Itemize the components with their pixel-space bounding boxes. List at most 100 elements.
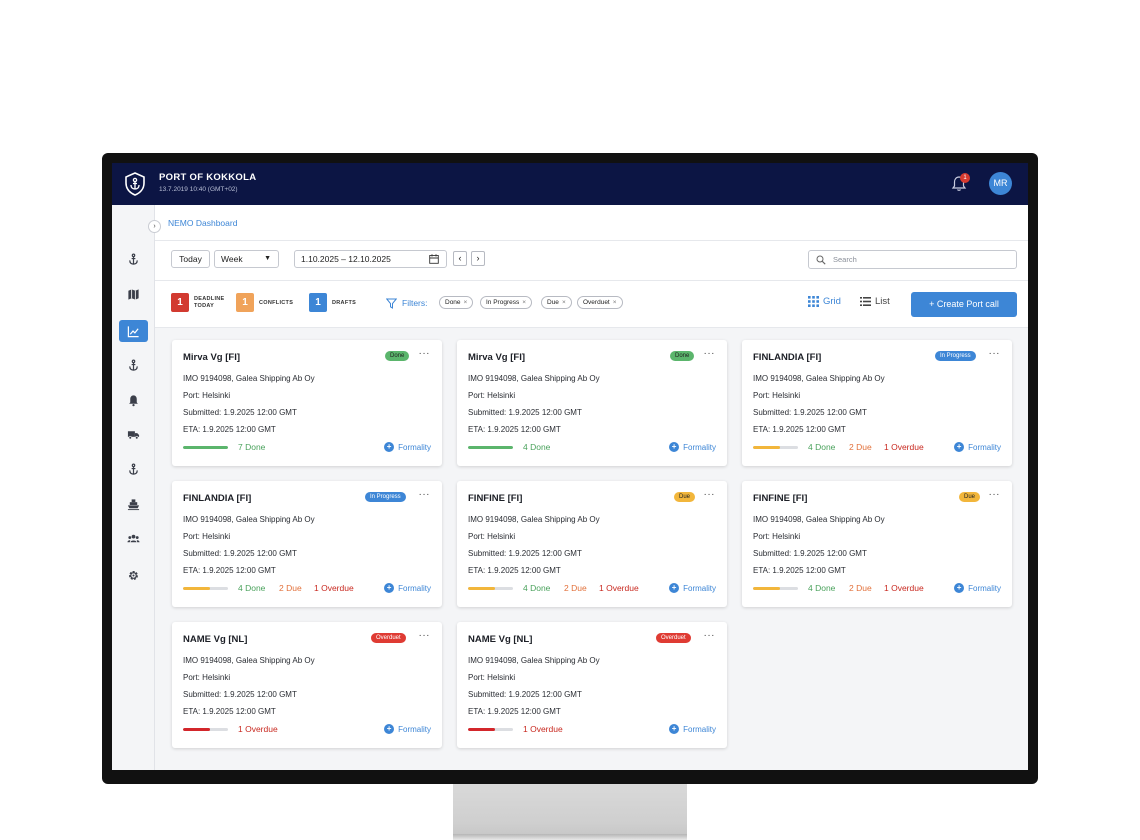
ship-icon[interactable] — [119, 493, 148, 515]
map-icon[interactable] — [119, 283, 148, 305]
overdue-count: 1 Overdue — [314, 583, 354, 593]
formality-button[interactable]: + Formality — [669, 442, 716, 452]
port-call-card[interactable]: FINFINE [FI] Due ··· IMO 9194098, Galea Shi… — [742, 481, 1012, 607]
port-call-card[interactable]: NAME Vg [NL] Overduet ··· IMO 9194098, Gale… — [457, 622, 727, 748]
period-select[interactable]: Week ▼ — [214, 250, 279, 268]
vessel-imo: IMO 9194098, Galea Shipping Ab Oy — [468, 515, 600, 524]
due-count: 2 Due — [849, 442, 872, 452]
next-period-button[interactable]: › — [471, 251, 485, 266]
plus-icon: + — [384, 724, 395, 734]
vessel-name[interactable]: FINFINE [FI] — [753, 493, 807, 504]
vessel-name[interactable]: NAME Vg [NL] — [468, 634, 532, 645]
status-badge: Due — [959, 492, 981, 502]
close-icon[interactable]: × — [522, 299, 526, 306]
more-options-icon[interactable]: ··· — [704, 630, 716, 641]
filter-chip-due[interactable]: Due × — [541, 296, 572, 309]
previous-period-button[interactable]: ‹ — [453, 251, 467, 266]
close-icon[interactable]: × — [613, 299, 617, 306]
truck-icon[interactable] — [119, 423, 148, 445]
vessel-imo: IMO 9194098, Galea Shipping Ab Oy — [183, 374, 315, 383]
formality-label: Formality — [683, 583, 716, 593]
vessel-port: Port: Helsinki — [468, 673, 516, 682]
overdue-count: 1 Overdue — [238, 724, 278, 734]
filter-chip-label: Overduet — [583, 299, 610, 306]
due-count: 2 Due — [564, 583, 587, 593]
chart-icon[interactable] — [119, 320, 148, 342]
breadcrumb-bar: NEMO Dashboard — [155, 205, 1028, 241]
submitted-time: Submitted: 1.9.2025 12:00 GMT — [468, 690, 582, 699]
filter-chip-in-progress[interactable]: In Progress × — [480, 296, 533, 309]
more-options-icon[interactable]: ··· — [419, 630, 431, 641]
eta-time: ETA: 1.9.2025 12:00 GMT — [468, 425, 561, 434]
filter-chip-label: Due — [547, 299, 559, 306]
grid-view-label: Grid — [823, 296, 841, 307]
progress-bar — [468, 728, 513, 731]
search-icon — [816, 255, 826, 265]
deadline-count-badge[interactable]: 1 — [171, 293, 189, 312]
status-badge: Done — [385, 351, 410, 361]
done-count: 4 Done — [808, 583, 836, 593]
vessel-name[interactable]: NAME Vg [NL] — [183, 634, 247, 645]
more-options-icon[interactable]: ··· — [704, 489, 716, 500]
bell-icon[interactable] — [119, 389, 148, 411]
sidebar-expand-button[interactable]: › — [148, 220, 161, 233]
chevron-down-icon: ▼ — [264, 255, 271, 262]
vessel-name[interactable]: FINLANDIA [FI] — [753, 352, 821, 363]
search-input[interactable]: Search — [808, 250, 1017, 269]
port-call-card[interactable]: FINLANDIA [FI] In Progress ··· IMO 9194098,… — [742, 340, 1012, 466]
submitted-time: Submitted: 1.9.2025 12:00 GMT — [753, 408, 867, 417]
list-view-toggle[interactable]: List — [860, 296, 890, 307]
filter-chip-overdue[interactable]: Overduet × — [577, 296, 623, 309]
vessel-name[interactable]: FINFINE [FI] — [468, 493, 522, 504]
more-options-icon[interactable]: ··· — [704, 348, 716, 359]
close-icon[interactable]: × — [464, 299, 468, 306]
eta-time: ETA: 1.9.2025 12:00 GMT — [183, 425, 276, 434]
vessel-name[interactable]: FINLANDIA [FI] — [183, 493, 251, 504]
overdue-count: 1 Overdue — [599, 583, 639, 593]
more-options-icon[interactable]: ··· — [419, 348, 431, 359]
vessel-imo: IMO 9194098, Galea Shipping Ab Oy — [753, 374, 885, 383]
create-port-call-button[interactable]: + Create Port call — [911, 292, 1017, 317]
port-call-card[interactable]: FINLANDIA [FI] In Progress ··· IMO 9194098,… — [172, 481, 442, 607]
conflicts-count-badge[interactable]: 1 — [236, 293, 254, 312]
more-options-icon[interactable]: ··· — [989, 489, 1001, 500]
progress-fill — [183, 587, 210, 590]
date-toolbar: Today Week ▼ 1.10.2025 – 12.10.2025 ‹ › … — [155, 241, 1028, 281]
port-call-card[interactable]: Mirva Vg [FI] Done ··· IMO 9194098, Galea S… — [172, 340, 442, 466]
more-options-icon[interactable]: ··· — [419, 489, 431, 500]
date-range-field[interactable]: 1.10.2025 – 12.10.2025 — [294, 250, 447, 268]
gear-icon[interactable] — [119, 564, 148, 586]
port-call-card[interactable]: Mirva Vg [FI] Done ··· IMO 9194098, Galea S… — [457, 340, 727, 466]
progress-fill — [753, 587, 780, 590]
drafts-count-badge[interactable]: 1 — [309, 293, 327, 312]
breadcrumb[interactable]: NEMO Dashboard — [168, 218, 237, 228]
port-call-card[interactable]: FINFINE [FI] Due ··· IMO 9194098, Galea Shi… — [457, 481, 727, 607]
vessel-name[interactable]: Mirva Vg [FI] — [468, 352, 525, 363]
close-icon[interactable]: × — [562, 299, 566, 306]
grid-icon — [808, 296, 819, 307]
anchor-icon[interactable] — [119, 354, 148, 376]
app-screen: PORT OF KOKKOLA 13.7.2019 10:40 (GMT+02)… — [112, 163, 1028, 770]
formality-button[interactable]: + Formality — [954, 583, 1001, 593]
more-options-icon[interactable]: ··· — [989, 348, 1001, 359]
formality-button[interactable]: + Formality — [669, 583, 716, 593]
anchor-icon[interactable] — [119, 458, 148, 480]
users-icon[interactable] — [119, 527, 148, 549]
formality-button[interactable]: + Formality — [954, 442, 1001, 452]
avatar[interactable]: MR — [989, 172, 1012, 195]
formality-button[interactable]: + Formality — [384, 442, 431, 452]
port-call-card[interactable]: NAME Vg [NL] Overduet ··· IMO 9194098, Gale… — [172, 622, 442, 748]
progress-bar — [183, 728, 228, 731]
today-button[interactable]: Today — [171, 250, 210, 268]
formality-button[interactable]: + Formality — [384, 583, 431, 593]
formality-button[interactable]: + Formality — [384, 724, 431, 734]
done-count: 4 Done — [523, 442, 551, 452]
grid-view-toggle[interactable]: Grid — [808, 296, 841, 307]
eta-time: ETA: 1.9.2025 12:00 GMT — [183, 707, 276, 716]
formality-label: Formality — [968, 583, 1001, 593]
filter-chip-done[interactable]: Done × — [439, 296, 474, 309]
anchor-icon[interactable] — [119, 248, 148, 270]
submitted-time: Submitted: 1.9.2025 12:00 GMT — [753, 549, 867, 558]
formality-button[interactable]: + Formality — [669, 724, 716, 734]
vessel-name[interactable]: Mirva Vg [FI] — [183, 352, 240, 363]
